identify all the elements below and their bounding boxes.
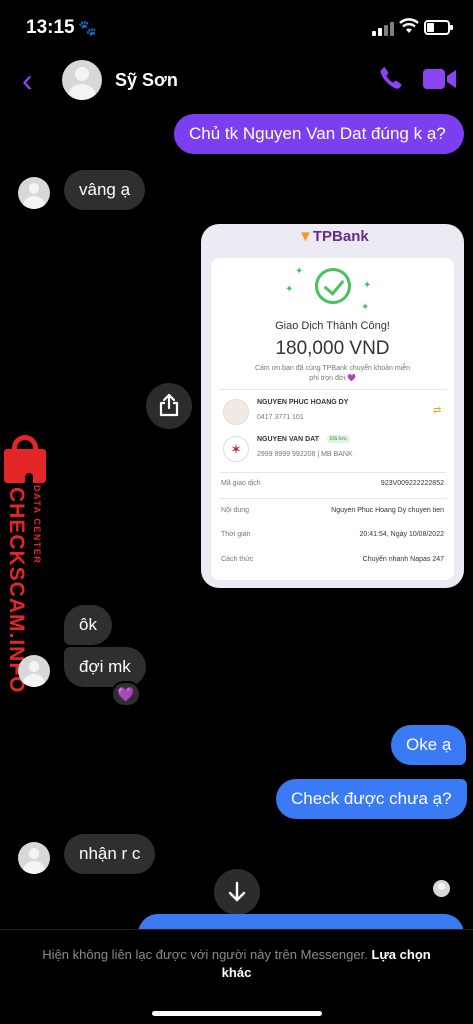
- incoming-message[interactable]: ôk: [64, 605, 112, 645]
- phone-icon[interactable]: [378, 65, 404, 91]
- contact-avatar[interactable]: [62, 60, 102, 100]
- arrow-down-icon: [228, 881, 246, 902]
- outgoing-message[interactable]: Check được chưa ạ?: [276, 779, 467, 819]
- checkscam-watermark: CHECKSCAM.INFO DATA CENTER: [0, 435, 56, 694]
- share-button[interactable]: [146, 383, 192, 429]
- cellular-signal-icon: [372, 22, 394, 36]
- mbbank-star-icon: ✶: [223, 436, 249, 462]
- success-check-icon: [315, 268, 351, 304]
- receiver-name: NGUYEN VAN DAT: [257, 436, 319, 443]
- share-icon: [159, 393, 179, 417]
- receipt-row: Cách thức Chuyển nhanh Napas 247: [221, 556, 444, 563]
- watermark-subtitle: DATA CENTER: [32, 485, 42, 565]
- sender-avatar-icon: [223, 399, 249, 425]
- receiver-party: ✶ NGUYEN VAN DAT Đã lưu 2999 9999 992208…: [211, 434, 454, 470]
- thanks-note: Cảm ơn bạn đã cùng TPBank chuyển khoản m…: [254, 365, 411, 382]
- receipt-row: Mã giao dịch 923V009222222852: [221, 480, 444, 487]
- transfer-receipt-image[interactable]: ▼TPBank ✦ ✦ ✦ ✦ Giao Dịch Thành Công! 18…: [201, 224, 464, 588]
- outgoing-message[interactable]: Oke ạ: [391, 725, 467, 765]
- swap-icon: ⇄: [433, 405, 442, 416]
- sender-account: 0417 3771 101: [257, 414, 304, 421]
- receiver-account: 2999 9999 992208 | MB BANK: [257, 451, 353, 458]
- purple-heart-reaction-icon[interactable]: 💜: [111, 681, 141, 707]
- sender-name: NGUYEN PHUC HOANG DY: [257, 399, 349, 406]
- receipt-row: Nội dung Nguyen Phuc Hoang Dy chuyen tien: [221, 507, 444, 514]
- video-camera-icon[interactable]: [423, 68, 457, 90]
- transaction-status: Giao Dịch Thành Công!: [275, 320, 390, 332]
- outgoing-message[interactable]: Chủ tk Nguyen Van Dat đúng k ạ?: [174, 114, 464, 154]
- back-chevron-icon[interactable]: ‹: [22, 64, 33, 96]
- saved-badge: Đã lưu: [327, 435, 350, 443]
- sender-party: NGUYEN PHUC HOANG DY 0417 3771 101 ⇄: [211, 397, 454, 433]
- sender-avatar[interactable]: [18, 177, 50, 209]
- receipt-row: Thời gian 20:41:54, Ngày 10/08/2022: [221, 531, 444, 538]
- paw-icon: 🐾: [78, 20, 97, 37]
- sender-avatar[interactable]: [18, 842, 50, 874]
- incoming-message[interactable]: vâng ạ: [64, 170, 146, 210]
- wifi-icon: [399, 18, 419, 39]
- battery-icon: [424, 20, 453, 35]
- contact-name[interactable]: Sỹ Sơn: [115, 70, 178, 91]
- read-receipt-avatar: [433, 880, 450, 897]
- incoming-message[interactable]: nhận r c: [64, 834, 156, 874]
- status-time: 13:15: [26, 17, 75, 38]
- receipt-card: ✦ ✦ ✦ ✦ Giao Dịch Thành Công! 180,000 VN…: [211, 258, 454, 580]
- unavailable-note: Hiện không liên lạc được với người này t…: [42, 947, 431, 980]
- composer-unavailable-footer: Hiện không liên lạc được với người này t…: [0, 929, 473, 1024]
- tpbank-logo: ▼TPBank: [298, 228, 369, 245]
- status-bar: 13:15 🐾: [0, 0, 473, 56]
- transaction-amount: 180,000 VND: [275, 338, 390, 359]
- chat-header: ‹ Sỹ Sơn: [0, 56, 473, 106]
- incoming-message[interactable]: đợi mk: [64, 647, 146, 687]
- sender-avatar[interactable]: [18, 655, 50, 687]
- scroll-to-bottom-button[interactable]: [214, 869, 260, 915]
- home-indicator[interactable]: [152, 1011, 322, 1016]
